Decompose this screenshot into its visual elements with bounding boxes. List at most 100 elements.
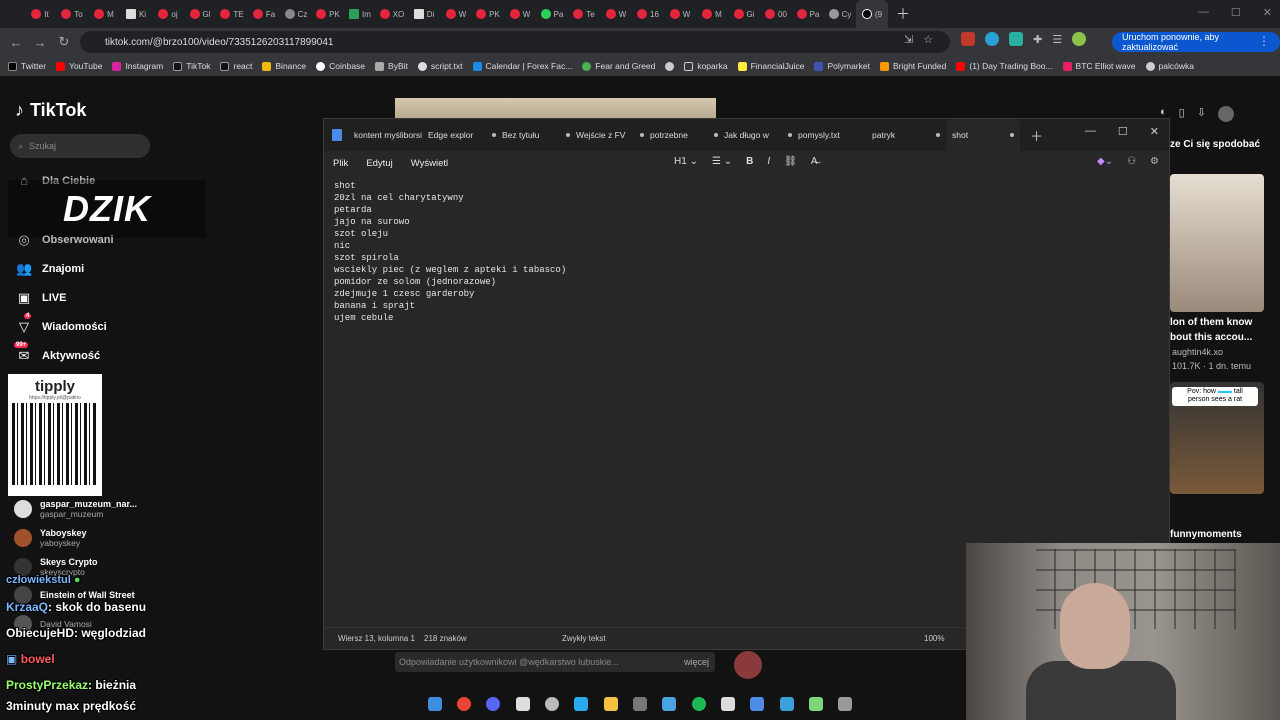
video-thumbnail[interactable]: Pov: how ▬▬ tall person sees a rat	[1170, 382, 1264, 494]
bookmark-item[interactable]: ByBit	[375, 61, 408, 71]
notepad-tab[interactable]: patryk	[872, 130, 946, 140]
telegram-icon[interactable]	[574, 697, 589, 711]
new-tab-icon[interactable]: ＋	[896, 4, 910, 24]
nav-friends[interactable]: 👥 Znajomi	[16, 261, 84, 277]
menu-edit[interactable]: Edytuj	[366, 158, 392, 169]
account-icon[interactable]: ⚇	[1127, 156, 1136, 167]
notepad-tab[interactable]: Bez tytułu	[502, 130, 576, 140]
bookmark-item[interactable]: BTC Elliot wave	[1062, 61, 1136, 71]
bookmark-item[interactable]: Bright Funded	[879, 61, 946, 71]
menu-file[interactable]: Plik	[333, 158, 348, 169]
video-thumbnail[interactable]	[1170, 174, 1264, 312]
followed-account[interactable]: Yaboyskey yaboyskey	[14, 528, 87, 548]
browser-tab[interactable]: W	[504, 0, 536, 28]
photos-icon[interactable]	[779, 697, 794, 711]
zoom-level[interactable]: 100%	[924, 634, 944, 643]
spotify-icon[interactable]	[691, 697, 706, 711]
list-dropdown[interactable]: ☰ ⌄	[712, 156, 732, 167]
notes-icon[interactable]	[515, 697, 530, 711]
install-icon[interactable]: ⇲	[904, 33, 913, 46]
profile-avatar[interactable]	[1072, 32, 1087, 46]
browser-tab[interactable]: Ki	[120, 0, 152, 28]
phone-icon[interactable]: ▯	[1179, 106, 1185, 122]
browser-tab[interactable]: M	[88, 0, 120, 28]
bookmark-item[interactable]: Polymarket	[814, 61, 870, 71]
menu-kebab-icon[interactable]: ⋮	[1258, 34, 1270, 48]
chrome-icon[interactable]	[456, 697, 471, 711]
bookmark-item[interactable]	[665, 61, 675, 71]
video-author[interactable]: aughtin4k.xo	[1172, 347, 1223, 357]
avatar[interactable]	[1217, 106, 1234, 122]
browser-tab[interactable]: TE	[216, 0, 248, 28]
bookmark-item[interactable]: Fear and Greed	[582, 61, 655, 71]
notepad-tab-active[interactable]: shot	[946, 119, 1020, 151]
notepad-tab[interactable]: pomysly.txt	[798, 130, 872, 140]
tiktok-logo[interactable]: ♪ TikTok	[15, 100, 86, 121]
clear-format-icon[interactable]: A̶	[811, 156, 818, 167]
browser-tab[interactable]: Im	[344, 0, 376, 28]
bookmark-item[interactable]: Twitter	[8, 61, 46, 71]
notepad-icon[interactable]	[750, 697, 765, 711]
close-icon[interactable]: ✕	[1150, 125, 1159, 138]
download-icon[interactable]: ⇩	[1197, 106, 1206, 122]
minimize-icon[interactable]: —	[1198, 6, 1209, 19]
back-icon[interactable]: ←	[4, 35, 28, 50]
browser-tab[interactable]: Pa	[792, 0, 824, 28]
bookmark-item[interactable]: Calendar | Forex Fac...	[472, 61, 572, 71]
notepad-tab[interactable]: potrzebne	[650, 130, 724, 140]
menu-view[interactable]: Wyświetl	[411, 158, 448, 169]
browser-tab-active[interactable]: (9	[856, 0, 888, 28]
browser-tab[interactable]: Gl	[184, 0, 216, 28]
link-icon[interactable]: ⛓	[784, 156, 797, 167]
notepad-tab[interactable]: Edge explor	[428, 130, 502, 140]
bookmark-star-icon[interactable]: ☆	[923, 33, 933, 46]
extensions-puzzle-icon[interactable]: ✚	[1033, 33, 1042, 46]
bookmark-item[interactable]: Instagram	[112, 61, 163, 71]
bookmark-item[interactable]: Binance	[262, 61, 306, 71]
italic-button[interactable]: I	[767, 156, 770, 167]
gift-icon[interactable]	[734, 651, 762, 679]
browser-tab[interactable]: Cz	[280, 0, 312, 28]
folder-icon[interactable]	[603, 697, 618, 711]
browser-tab[interactable]: PK	[312, 0, 344, 28]
browser-tab[interactable]: Te	[568, 0, 600, 28]
text-mode[interactable]: Zwykły tekst	[562, 634, 606, 643]
browser-tab[interactable]: It	[24, 0, 56, 28]
bookmark-item[interactable]: YouTube	[56, 61, 102, 71]
search-input[interactable]: ⌕ Szukaj	[10, 134, 150, 158]
copilot-icon[interactable]: ◆⌄	[1097, 156, 1113, 167]
app-icon[interactable]	[662, 697, 677, 711]
reply-prompt[interactable]: Odpowiadanie użytkownikowi @wędkarstwo l…	[395, 652, 715, 672]
app-icon[interactable]	[720, 697, 735, 711]
bold-button[interactable]: B	[746, 156, 753, 167]
extension-icon[interactable]	[985, 32, 1000, 46]
extension-icon[interactable]	[961, 32, 976, 46]
browser-tab[interactable]: W	[664, 0, 696, 28]
bookmark-item[interactable]: (1) Day Trading Boo...	[956, 61, 1053, 71]
browser-tab[interactable]: PK	[472, 0, 504, 28]
notepad-tab[interactable]: Jak długo w	[724, 130, 798, 140]
browser-tab[interactable]: To	[56, 0, 88, 28]
browser-tab[interactable]: oj	[152, 0, 184, 28]
maximize-icon[interactable]: ☐	[1231, 6, 1241, 19]
video-title[interactable]: bout this accou...	[1170, 331, 1252, 344]
close-icon[interactable]: ✕	[1263, 6, 1272, 19]
bookmark-item[interactable]: Coinbase	[316, 61, 365, 71]
notepad-tab[interactable]: kontent myśliborsi	[354, 130, 428, 140]
settings-gear-icon[interactable]: ⚙	[1150, 156, 1159, 167]
nav-messages[interactable]: ▽ 4 Wiadomości	[16, 313, 107, 335]
minimize-icon[interactable]: —	[1085, 125, 1096, 138]
nav-following[interactable]: ◎ Obserwowani	[16, 232, 113, 248]
update-button[interactable]: Uruchom ponownie, aby zaktualizować	[1112, 32, 1280, 52]
browser-tab[interactable]: Pa	[536, 0, 568, 28]
bookmark-item[interactable]: react	[220, 61, 252, 71]
reading-list-icon[interactable]: ☰	[1052, 33, 1062, 46]
browser-tab[interactable]: W	[600, 0, 632, 28]
app-icon[interactable]	[632, 697, 647, 711]
extension-icon[interactable]	[1009, 32, 1024, 46]
reload-icon[interactable]: ↻	[52, 34, 76, 50]
video-tag[interactable]: funnymoments	[1170, 528, 1242, 541]
browser-tab[interactable]: 00	[760, 0, 792, 28]
terminal-icon[interactable]	[838, 697, 853, 711]
notepad-tab[interactable]: Wejście z FV	[576, 130, 650, 140]
